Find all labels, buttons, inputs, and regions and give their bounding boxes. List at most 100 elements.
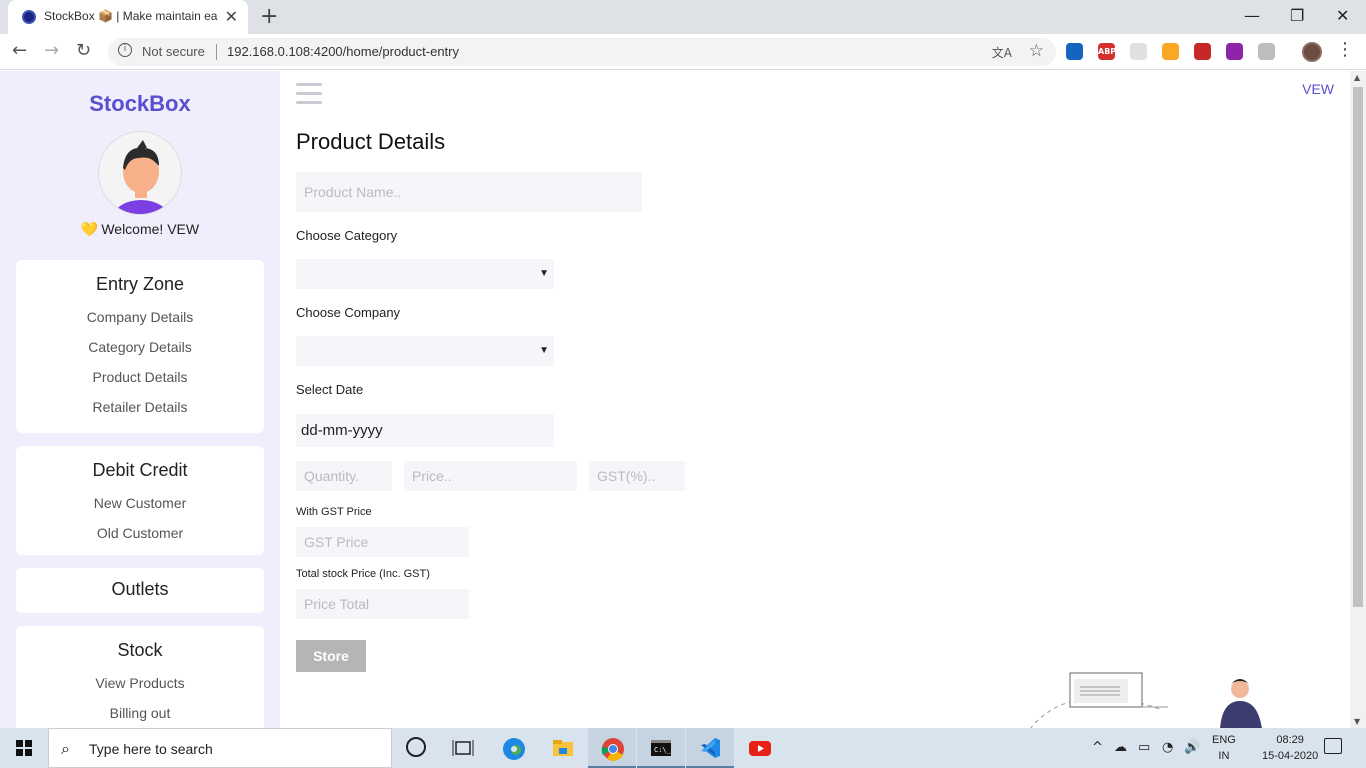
grid-icon[interactable] [1130,43,1147,60]
task-view-icon[interactable] [452,737,474,759]
search-icon: ⌕ [61,739,70,758]
tab-title: StockBox 📦 | Make maintain ea [44,9,218,23]
divider [216,44,217,60]
gst-price-input[interactable]: GST Price [296,527,469,557]
browser-menu-icon[interactable]: ⋮ [1336,39,1354,60]
price-input[interactable]: Price.. [404,461,577,491]
window-close-button[interactable]: ✕ [1336,6,1349,25]
chevron-down-icon: ▼ [539,268,549,279]
browser-tab-strip: StockBox 📦 | Make maintain ea ✕ + — ❐ ✕ [0,0,1366,34]
tray-overflow-icon[interactable]: ^ [1092,740,1103,755]
sidebar-item-view-products[interactable]: View Products [16,675,264,691]
onedrive-icon[interactable]: ☁ [1114,740,1127,755]
with-gst-label: With GST Price [296,506,372,518]
company-select[interactable]: ▼ [296,336,554,366]
taskbar-clock[interactable]: 08:29 15-04-2020 [1262,732,1318,764]
moon-icon[interactable] [1162,43,1179,60]
main-content: VEW Product Details Product Name.. Choos… [280,71,1350,728]
category-select[interactable]: ▼ [296,259,554,289]
clock-time: 08:29 [1276,734,1304,746]
wifi-icon[interactable]: ◔ [1162,740,1173,755]
chrome-icon[interactable] [601,737,624,761]
vscode-icon[interactable] [699,737,721,759]
illustration-graphic [1030,672,1262,728]
taskbar-search-box[interactable]: ⌕ Type here to search [48,728,392,768]
file-explorer-icon[interactable] [552,737,574,759]
browser-tab[interactable]: StockBox 📦 | Make maintain ea ✕ [8,0,248,34]
reload-button[interactable]: ↻ [76,40,91,61]
notification-icon[interactable] [1324,738,1342,754]
page-title: Product Details [296,129,446,154]
lang-bottom: IN [1218,750,1230,762]
page-scrollbar[interactable]: ▲ ▼ [1350,71,1366,728]
stock-card: Stock View Products Billing out [16,626,264,728]
outlets-heading[interactable]: Outlets [16,579,264,600]
sidebar-item-company-details[interactable]: Company Details [16,309,264,325]
sidebar-item-product-details[interactable]: Product Details [16,369,264,385]
outlets-card[interactable]: Outlets [16,568,264,613]
sidebar: StockBox 💛 Welcome! VEW Entry Zone Compan… [0,71,280,728]
scrollbar-thumb[interactable] [1353,87,1363,607]
date-input[interactable]: dd-mm-yyyy [296,414,554,447]
windows-start-icon[interactable] [16,740,32,756]
sidebar-item-billing-out[interactable]: Billing out [16,705,264,721]
language-indicator[interactable]: ENG IN [1212,732,1236,764]
forward-button[interactable]: → [44,40,59,61]
stock-heading: Stock [117,640,163,660]
browser-toolbar: ← → ↻ i Not secure 192.168.0.108:4200/ho… [0,34,1366,70]
entry-zone-card: Entry Zone Company Details Category Deta… [16,260,264,433]
tab-close-icon[interactable]: ✕ [225,7,238,26]
price-total-input[interactable]: Price Total [296,589,469,619]
info-icon[interactable]: i [118,43,132,57]
sidebar-item-category-details[interactable]: Category Details [16,339,264,355]
svg-text:C:\_: C:\_ [654,746,672,754]
store-button[interactable]: Store [296,640,366,672]
sidebar-item-old-customer[interactable]: Old Customer [16,525,264,541]
debit-credit-heading: Debit Credit [92,460,188,480]
url-text[interactable]: 192.168.0.108:4200/home/product-entry [227,44,459,59]
youtube-icon[interactable] [748,737,771,759]
heart-icon: 💛 [80,221,99,237]
total-price-label: Total stock Price (Inc. GST) [296,568,430,580]
purple-ext-icon[interactable] [1226,43,1243,60]
bookmark-star-icon[interactable]: ☆ [1029,41,1044,61]
debit-credit-card: Debit Credit New Customer Old Customer [16,446,264,555]
quantity-input[interactable]: Quantity. [296,461,392,491]
sidebar-item-retailer-details[interactable]: Retailer Details [16,399,264,415]
adblock-icon[interactable]: ABP [1098,43,1116,60]
product-name-input[interactable]: Product Name.. [296,172,642,212]
gst-percent-input[interactable]: GST(%).. [589,461,685,491]
terminal-icon[interactable]: C:\_ [650,737,672,759]
cortana-icon[interactable] [406,737,426,757]
media-icon[interactable] [1194,43,1211,60]
edge-icon[interactable] [502,737,525,760]
new-tab-button[interactable]: + [260,4,278,29]
avatar [98,131,182,215]
screenshot-icon[interactable] [1066,43,1083,60]
sidebar-item-new-customer[interactable]: New Customer [16,495,264,511]
volume-icon[interactable]: 🔊 [1184,740,1200,755]
lang-top: ENG [1212,734,1236,746]
brand-logo[interactable]: StockBox [0,91,280,117]
welcome-text: Welcome! VEW [101,221,200,237]
battery-icon[interactable]: ▭ [1138,740,1150,755]
user-name-link[interactable]: VEW [1302,81,1334,97]
translate-icon[interactable]: 文A [992,44,1012,61]
address-bar[interactable]: i Not secure 192.168.0.108:4200/home/pro… [108,38,1056,66]
minimize-button[interactable]: — [1244,6,1260,25]
company-label: Choose Company [296,305,401,320]
welcome-message: 💛 Welcome! VEW [0,221,280,238]
restore-button[interactable]: ❐ [1290,6,1304,25]
timer-icon[interactable] [1258,43,1275,60]
scroll-down-icon[interactable]: ▼ [1354,717,1360,726]
taskbar-search-placeholder: Type here to search [89,741,213,757]
hamburger-menu-icon[interactable] [296,83,322,110]
profile-avatar[interactable] [1302,42,1322,62]
back-button[interactable]: ← [12,40,27,61]
favicon-icon [22,10,36,24]
scroll-up-icon[interactable]: ▲ [1354,73,1360,82]
date-label: Select Date [296,382,364,397]
chevron-down-icon: ▼ [539,345,549,356]
clock-date: 15-04-2020 [1262,750,1319,762]
windows-taskbar: ⌕ Type here to search C:\_ ^ ☁ ▭ ◔ 🔊 ENG… [0,728,1366,768]
